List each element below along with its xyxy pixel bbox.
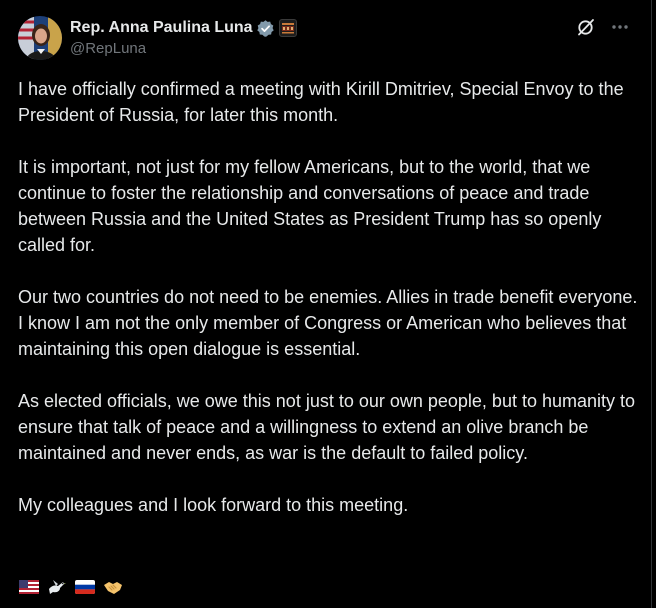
- name-row: Rep. Anna Paulina Luna: [70, 17, 297, 39]
- post: Rep. Anna Paulina Luna @RepLuna I have o…: [0, 0, 652, 608]
- author-names: Rep. Anna Paulina Luna @RepLuna: [70, 17, 297, 59]
- post-paragraph: Our two countries do not need to be enem…: [18, 287, 638, 359]
- author-handle[interactable]: @RepLuna: [70, 39, 297, 59]
- post-actions: [575, 14, 631, 40]
- display-name[interactable]: Rep. Anna Paulina Luna: [70, 19, 253, 37]
- avatar[interactable]: [18, 16, 62, 60]
- post-paragraph: I have officially confirmed a meeting wi…: [18, 79, 624, 125]
- dove-emoji: [46, 576, 68, 598]
- more-options-icon[interactable]: [609, 14, 631, 40]
- post-paragraph: It is important, not just for my fellow …: [18, 157, 602, 255]
- us-flag-emoji: [18, 576, 40, 598]
- handshake-emoji: [102, 576, 124, 598]
- post-paragraph: As elected officials, we owe this not ju…: [18, 391, 636, 463]
- post-text: I have officially confirmed a meeting wi…: [18, 76, 642, 544]
- grok-icon[interactable]: [575, 14, 597, 40]
- profile-photo: [18, 16, 62, 60]
- emoji-row: [18, 576, 124, 598]
- post-paragraph: My colleagues and I look forward to this…: [18, 495, 409, 515]
- verified-badge-icon[interactable]: [256, 19, 275, 38]
- affiliation-badge-icon[interactable]: [278, 19, 297, 37]
- russia-flag-emoji: [74, 576, 96, 598]
- post-header: Rep. Anna Paulina Luna @RepLuna: [18, 14, 297, 62]
